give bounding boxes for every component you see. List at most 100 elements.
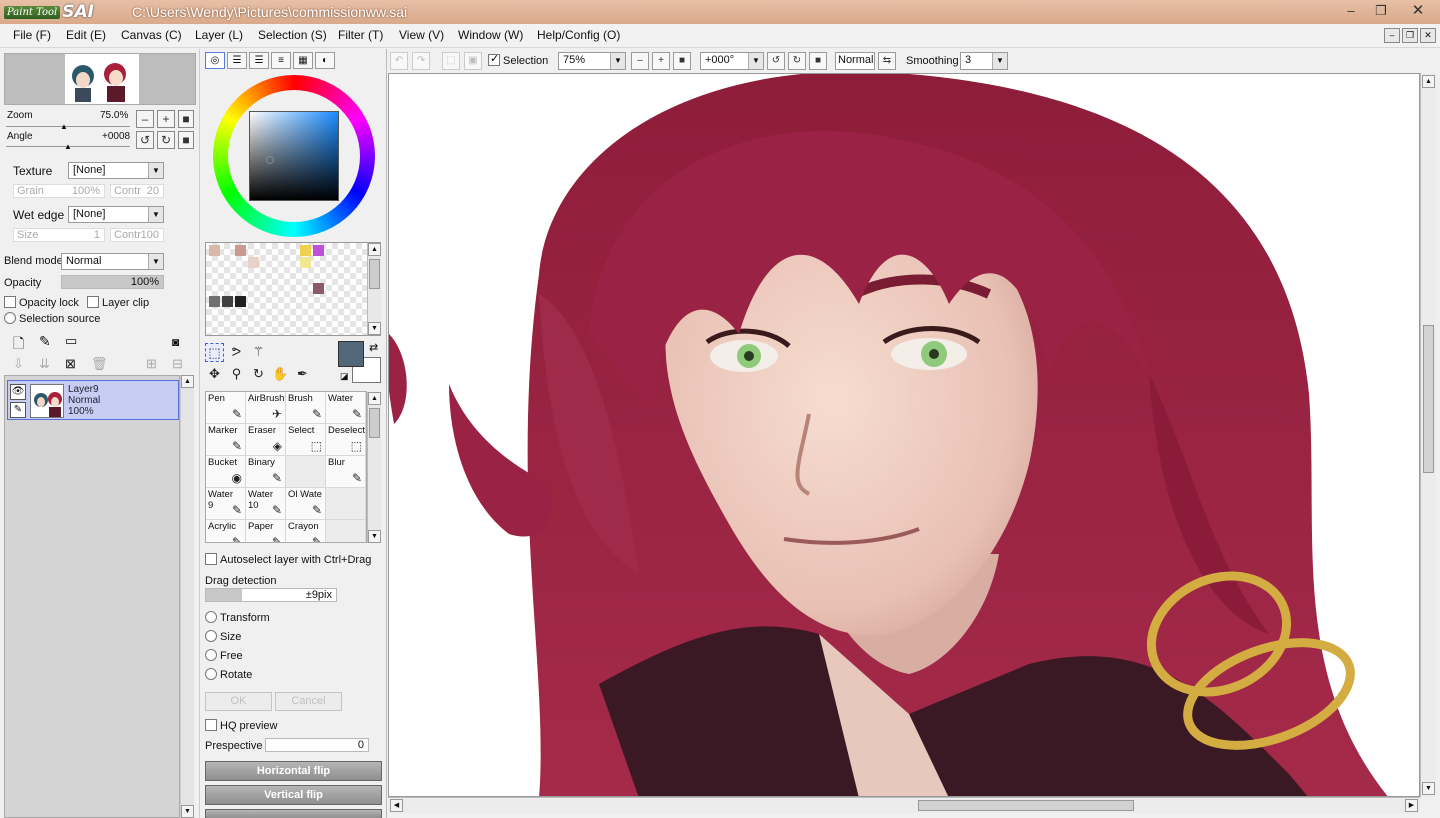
zoom-icon[interactable]: ⚲ [227, 365, 246, 384]
selection-source-radio[interactable]: Selection source [4, 312, 100, 325]
merge-down-icon[interactable]: ⇊ [39, 356, 50, 372]
layer-row[interactable]: 👁 ✎ Layer9 Normal 100% [7, 380, 179, 420]
brush-tool[interactable]: Water ✎ [326, 392, 366, 424]
autoselect-checkbox[interactable]: Autoselect layer with Ctrl+Drag [205, 553, 371, 566]
brush-tool[interactable]: Blur ✎ [326, 456, 366, 488]
scroll-right-icon[interactable]: ▶ [1405, 799, 1418, 812]
rotate-right-icon[interactable]: ↻ [157, 131, 175, 149]
magic-wand-icon[interactable]: ⚚ [249, 343, 268, 362]
scroll-thumb[interactable] [369, 259, 380, 289]
grain-slider[interactable]: Grain 100% [13, 184, 105, 198]
scroll-down-icon[interactable]: ▼ [368, 322, 381, 335]
menu-canvas[interactable]: Canvas (C) [121, 28, 182, 42]
brush-tool[interactable]: Ol Wate ✎ [286, 488, 326, 520]
rotate-icon[interactable]: ↻ [249, 365, 268, 384]
transform-radio[interactable]: Transform [205, 611, 270, 624]
swatch[interactable] [209, 296, 220, 307]
layer-list-scrollbar[interactable]: ▲ ▼ [180, 375, 194, 818]
transfer-down-icon[interactable]: ⇩ [13, 356, 24, 372]
deselect-icon[interactable]: ⬚ [442, 52, 460, 70]
flip-canvas-icon[interactable]: ⇆ [878, 52, 896, 70]
invert-selection-icon[interactable]: ▣ [464, 52, 482, 70]
move-icon[interactable]: ✥ [205, 365, 224, 384]
undo-icon[interactable]: ↶ [390, 52, 408, 70]
swatch[interactable] [300, 245, 311, 256]
angle-slider[interactable]: ▲ [6, 142, 130, 151]
hand-icon[interactable]: ✋ [271, 365, 290, 384]
grain-contrast-slider[interactable]: Contr 20 [110, 184, 164, 198]
redo-icon[interactable]: ↷ [412, 52, 430, 70]
brush-tool[interactable]: AirBrush ✈ [246, 392, 286, 424]
cancel-button[interactable]: Cancel [275, 692, 342, 711]
horizontal-flip-button[interactable]: Horizontal flip [205, 761, 382, 781]
rotate-reset-icon[interactable]: ■ [809, 52, 827, 70]
zoom-slider-handle-icon[interactable]: ▲ [60, 122, 68, 131]
delete-mask-icon[interactable]: ⊟ [172, 356, 183, 372]
smoothing-select[interactable]: 3 ▼ [960, 52, 1008, 70]
rect-select-icon[interactable]: ⬚ [205, 343, 224, 362]
brush-tool[interactable]: Water 10 ✎ [246, 488, 286, 520]
swatch[interactable] [222, 296, 233, 307]
zoom-reset-icon[interactable]: ■ [673, 52, 691, 70]
brush-tool[interactable]: Pen ✎ [206, 392, 246, 424]
scroll-up-icon[interactable]: ▲ [1422, 75, 1435, 88]
color-mixer-tab-icon[interactable]: ≡ [271, 52, 291, 69]
reset-colors-icon[interactable]: ◪ [340, 371, 349, 382]
opacity-slider[interactable]: 100% [61, 275, 164, 289]
opacity-lock-checkbox[interactable]: Opacity lock [4, 296, 79, 309]
pen-icon[interactable]: ✎ [10, 402, 26, 418]
free-radio[interactable]: Free [205, 649, 243, 662]
menu-layer[interactable]: Layer (L) [195, 28, 243, 42]
size-radio[interactable]: Size [205, 630, 241, 643]
rotate-reset-icon[interactable]: ■ [178, 131, 194, 149]
rgb-slider-tab-icon[interactable]: ☰ [227, 52, 247, 69]
brush-tool[interactable]: Marker ✎ [206, 424, 246, 456]
brush-tool[interactable]: Binary ✎ [246, 456, 286, 488]
menu-window[interactable]: Window (W) [458, 28, 523, 42]
scratchpad-tab-icon[interactable]: ◐ [315, 52, 335, 69]
brush-tool[interactable]: Water 9 ✎ [206, 488, 246, 520]
brush-tool[interactable]: Acrylic ✎ [206, 520, 246, 542]
apply-mask-icon[interactable]: ⊞ [146, 356, 157, 372]
canvas-rotation-select[interactable]: +000° ▼ [700, 52, 764, 70]
swap-colors-icon[interactable]: ⇄ [369, 341, 378, 354]
scroll-thumb[interactable] [918, 800, 1134, 811]
drag-detection-slider[interactable]: ±9pix [205, 588, 337, 602]
zoom-in-icon[interactable]: + [157, 110, 175, 128]
new-linework-layer-icon[interactable]: ✎ [39, 333, 51, 350]
menu-selection[interactable]: Selection (S) [258, 28, 327, 42]
navigator-preview[interactable] [4, 53, 196, 105]
swatch[interactable] [248, 257, 259, 268]
swatch[interactable] [235, 245, 246, 256]
selection-checkbox[interactable]: Selection [488, 52, 548, 67]
scroll-down-icon[interactable]: ▼ [181, 805, 194, 818]
rotate-radio[interactable]: Rotate [205, 668, 252, 681]
brush-tool[interactable]: Crayon ✎ [286, 520, 326, 542]
menu-edit[interactable]: Edit (E) [66, 28, 106, 42]
color-cursor-icon[interactable] [266, 156, 274, 164]
swatch-palette[interactable] [205, 242, 381, 336]
angle-slider-handle-icon[interactable]: ▲ [64, 142, 72, 151]
brush-tool[interactable]: Paper ✎ [246, 520, 286, 542]
hq-preview-checkbox[interactable]: HQ preview [205, 719, 277, 732]
menu-help[interactable]: Help/Config (O) [537, 28, 620, 42]
saturation-value-square[interactable] [249, 111, 339, 201]
rotate-left-icon[interactable]: ↺ [136, 131, 154, 149]
layer-clip-checkbox[interactable]: Layer clip [87, 296, 149, 309]
scroll-thumb[interactable] [1423, 325, 1434, 473]
swatch-scrollbar[interactable]: ▲ ▼ [367, 243, 381, 335]
rotate-left-icon[interactable]: ↺ [767, 52, 785, 70]
zoom-out-icon[interactable]: – [631, 52, 649, 70]
texture-select[interactable]: [None] ▼ [68, 162, 164, 179]
brush-grid-scrollbar[interactable]: ▲ ▼ [367, 392, 381, 543]
vertical-flip-button[interactable]: Vertical flip [205, 785, 382, 805]
color-wheel-tab-icon[interactable]: ◎ [205, 52, 225, 69]
canvas-vertical-scrollbar[interactable]: ▲ ▼ [1420, 73, 1436, 797]
perspective-slider[interactable]: 0 [265, 738, 369, 752]
swatches-tab-icon[interactable]: ▦ [293, 52, 313, 69]
brush-tool[interactable]: Eraser ◈ [246, 424, 286, 456]
swatch[interactable] [300, 257, 311, 268]
swatch[interactable] [313, 283, 324, 294]
wet-size-slider[interactable]: Size 1 [13, 228, 105, 242]
mask-icon[interactable]: ◙ [172, 335, 179, 349]
